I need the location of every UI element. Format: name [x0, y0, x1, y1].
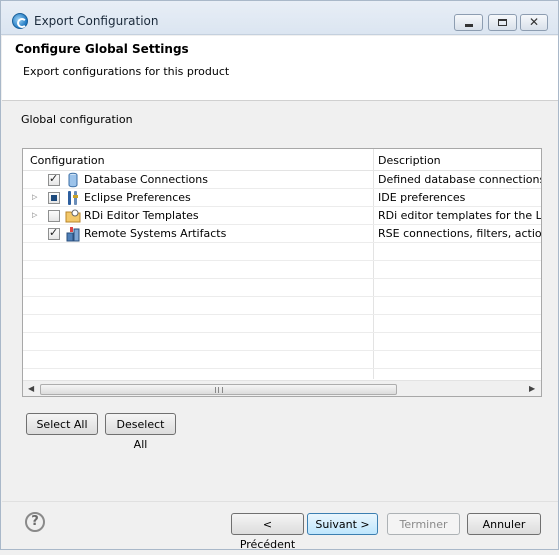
empty-row: [23, 261, 541, 279]
page-title: Configure Global Settings: [15, 42, 189, 56]
window-title: Export Configuration: [34, 14, 159, 28]
page-description: Export configurations for this product: [23, 65, 230, 78]
empty-row: [23, 333, 541, 351]
column-header-description[interactable]: Description: [378, 154, 441, 167]
preferences-tools-icon: [68, 191, 78, 205]
maximize-button[interactable]: [488, 14, 517, 31]
configuration-table: Configuration Description Database Conne…: [22, 148, 542, 397]
scrollbar-thumb[interactable]: [40, 384, 397, 395]
checkbox-remote-systems-artifacts[interactable]: [48, 226, 60, 240]
checkbox-rdi-editor-templates[interactable]: [48, 210, 60, 222]
row-description: RSE connections, filters, action: [378, 227, 542, 240]
finish-button[interactable]: Terminer: [387, 513, 460, 535]
table-header: Configuration Description: [23, 149, 541, 171]
row-description: IDE preferences: [378, 191, 466, 204]
row-description: RDi editor templates for the LP: [378, 209, 542, 222]
empty-row: [23, 315, 541, 333]
horizontal-scrollbar[interactable]: ◀ ▶: [23, 380, 541, 396]
row-description: Defined database connections: [378, 173, 542, 186]
cancel-button[interactable]: Annuler: [467, 513, 541, 535]
section-label: Global configuration: [21, 113, 133, 126]
row-label: Eclipse Preferences: [84, 191, 191, 204]
row-label: Remote Systems Artifacts: [84, 227, 227, 240]
expand-arrow-icon[interactable]: ▷: [32, 211, 37, 219]
column-header-configuration[interactable]: Configuration: [30, 154, 105, 167]
app-logo-icon: [12, 13, 28, 29]
empty-row: [23, 243, 541, 261]
empty-row: [23, 297, 541, 315]
row-label: RDi Editor Templates: [84, 209, 199, 222]
empty-row: [23, 351, 541, 369]
next-button[interactable]: Suivant >: [307, 513, 378, 535]
close-icon: ✕: [529, 15, 540, 29]
title-bar[interactable]: Export Configuration ✕: [1, 1, 558, 35]
table-row-database-connections[interactable]: Database Connections Defined database co…: [23, 171, 542, 189]
table-row-remote-systems-artifacts[interactable]: Remote Systems Artifacts RSE connections…: [23, 225, 542, 243]
expand-arrow-icon[interactable]: ▷: [32, 193, 37, 201]
maximize-icon: [498, 19, 507, 26]
minimize-button[interactable]: [454, 14, 483, 31]
select-all-button[interactable]: Select All: [26, 413, 98, 435]
grip-icon: [215, 387, 223, 393]
row-label: Database Connections: [84, 173, 208, 186]
footer-divider: [2, 501, 558, 502]
table-row-eclipse-preferences[interactable]: ▷ Eclipse Preferences IDE preferences: [23, 189, 541, 207]
help-icon[interactable]: ?: [25, 512, 45, 532]
table-row-rdi-editor-templates[interactable]: ▷ RDi Editor Templates RDi editor templa…: [23, 207, 542, 225]
scroll-right-icon[interactable]: ▶: [529, 384, 535, 393]
checkbox-eclipse-preferences[interactable]: [48, 192, 60, 204]
folder-templates-icon: [65, 209, 81, 223]
back-button[interactable]: < Précédent: [231, 513, 304, 551]
remote-systems-icon: [66, 227, 80, 242]
minimize-icon: [465, 24, 473, 27]
empty-row: [23, 279, 541, 297]
deselect-all-button[interactable]: Deselect All: [105, 413, 176, 451]
close-button[interactable]: ✕: [520, 14, 548, 31]
wizard-header: Configure Global Settings Export configu…: [2, 36, 558, 101]
database-icon: [68, 172, 78, 188]
export-configuration-dialog: Export Configuration ✕ Configure Global …: [0, 0, 559, 551]
scroll-left-icon[interactable]: ◀: [28, 384, 34, 393]
checkbox-database-connections[interactable]: [48, 172, 60, 186]
